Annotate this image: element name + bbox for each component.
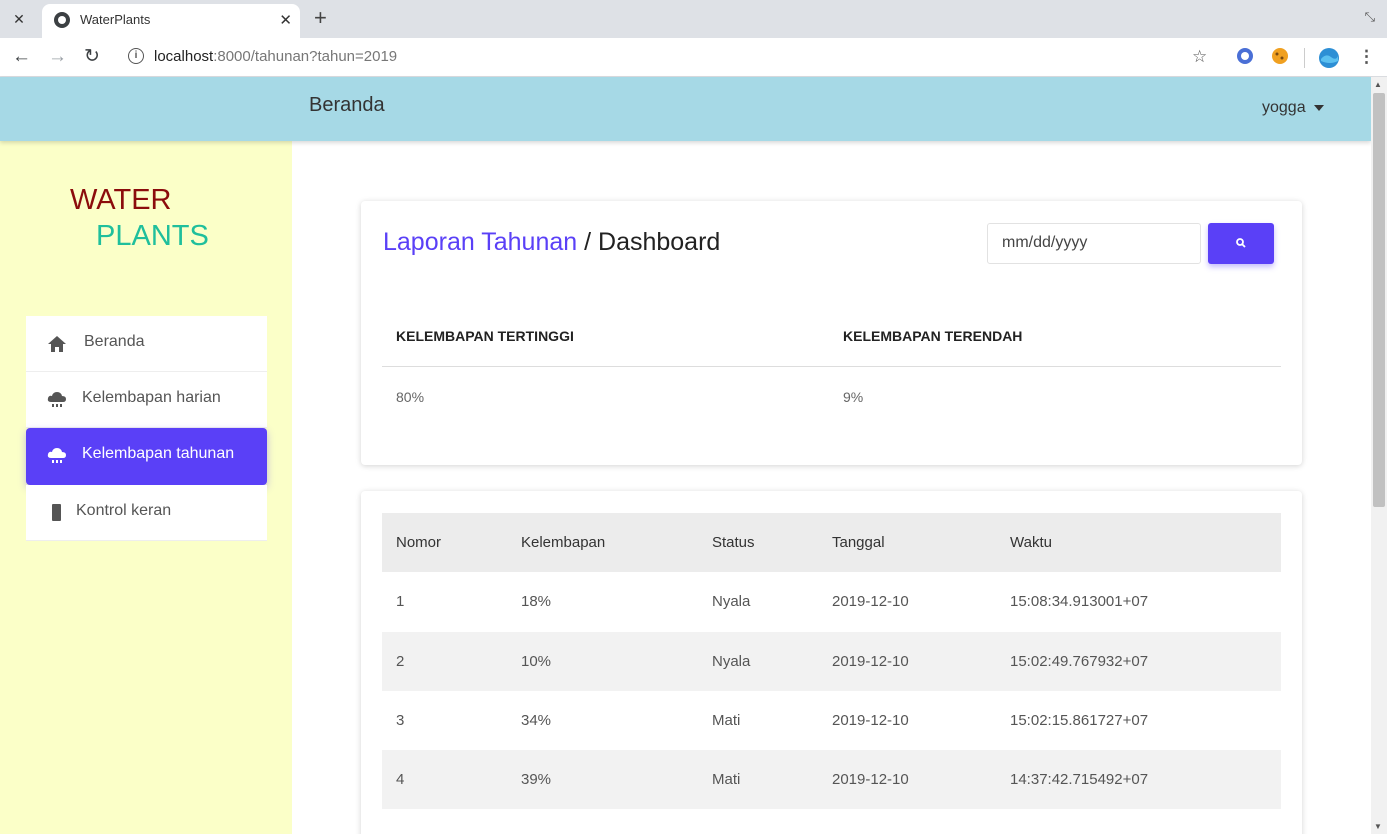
home-icon: [48, 336, 66, 352]
sidebar-item-label: Kelembapan harian: [82, 389, 221, 406]
cookie-extension-icon[interactable]: [1271, 47, 1289, 70]
date-input[interactable]: mm/dd/yyyy: [987, 223, 1201, 264]
user-menu[interactable]: yogga: [1262, 99, 1324, 117]
sidebar-item-label: Kontrol keran: [76, 502, 172, 519]
restore-window-icon[interactable]: ⤡: [1365, 9, 1375, 25]
extension-icon[interactable]: [1236, 47, 1254, 70]
table-cell: Nyala: [712, 652, 751, 670]
more-menu-icon[interactable]: ⋮: [1358, 47, 1375, 67]
browser-tabstrip: ✕ WaterPlants ✕ + ⤡: [0, 0, 1387, 38]
table-cell: 15:08:34.913001+07: [1010, 593, 1149, 611]
page-title: Beranda: [309, 94, 385, 116]
breadcrumb-separator: /: [577, 228, 599, 256]
search-button[interactable]: [1208, 223, 1274, 264]
top-navbar: Beranda yogga: [0, 77, 1371, 141]
table-cell: 15:02:15.861727+07: [1010, 711, 1149, 729]
back-icon[interactable]: ←: [12, 45, 31, 69]
breadcrumb-link[interactable]: Laporan Tahunan: [383, 228, 577, 256]
data-table-card: Nomor Kelembapan Status Tanggal Waktu 1 …: [361, 491, 1302, 834]
logo-water: WATER: [70, 184, 172, 216]
globe-icon: [54, 12, 70, 28]
lowest-humidity-label: KELEMBAPAN TERENDAH: [843, 328, 1023, 344]
sidebar-item-kelembapan-harian[interactable]: Kelembapan harian: [26, 372, 267, 428]
data-table: Nomor Kelembapan Status Tanggal Waktu 1 …: [382, 513, 1281, 810]
table-row: 4 39% Mati 2019-12-10 14:37:42.715492+07: [382, 750, 1281, 810]
mobile-icon: [52, 504, 61, 521]
table-cell: 4: [396, 771, 405, 789]
url-host: localhost: [154, 48, 214, 65]
table-row: 2 10% Nyala 2019-12-10 15:02:49.767932+0…: [382, 631, 1281, 691]
table-cell: 2019-12-10: [832, 711, 909, 729]
bookmark-star-icon[interactable]: ☆: [1192, 47, 1207, 67]
table-cell: 2019-12-10: [832, 652, 909, 670]
cloud-rain-icon: [47, 392, 66, 407]
column-header: Nomor: [396, 534, 442, 551]
page-scrollbar[interactable]: ▲ ▼: [1371, 77, 1387, 834]
sidebar-item-label: Kelembapan tahunan: [82, 445, 235, 462]
table-cell: 34%: [521, 711, 552, 729]
table-cell: 14:37:42.715492+07: [1010, 771, 1149, 789]
scroll-down-icon[interactable]: ▼: [1374, 822, 1382, 831]
table-header-row: Nomor Kelembapan Status Tanggal Waktu: [382, 513, 1281, 573]
tab-title: WaterPlants: [80, 12, 151, 27]
close-tab-icon[interactable]: ✕: [8, 10, 30, 28]
column-header: Kelembapan: [521, 534, 606, 551]
report-card: Laporan Tahunan / Dashboard mm/dd/yyyy K…: [361, 201, 1302, 465]
user-name: yogga: [1262, 99, 1306, 116]
table-cell: 2019-12-10: [832, 593, 909, 611]
forward-icon[interactable]: →: [48, 45, 67, 69]
sidebar-item-kelembapan-tahunan[interactable]: Kelembapan tahunan: [26, 428, 267, 485]
address-bar[interactable]: localhost:8000/tahunan?tahun=2019: [154, 48, 397, 65]
table-row: 3 34% Mati 2019-12-10 15:02:15.861727+07: [382, 691, 1281, 750]
divider: [382, 366, 1281, 367]
browser-toolbar: ← → ↻ i localhost:8000/tahunan?tahun=201…: [0, 38, 1387, 77]
sidebar-menu: Beranda Kelembapan harian Kelembapan tah…: [26, 316, 267, 541]
table-cell: 39%: [521, 771, 552, 789]
scroll-up-icon[interactable]: ▲: [1374, 80, 1382, 89]
table-cell: 2019-12-10: [832, 771, 909, 789]
url-path: :8000/tahunan?tahun=2019: [213, 48, 398, 65]
profile-avatar-icon[interactable]: [1318, 47, 1340, 74]
toolbar-divider: [1304, 48, 1305, 68]
table-cell: Nyala: [712, 593, 751, 611]
sidebar-item-label: Beranda: [84, 333, 145, 350]
column-header: Status: [712, 534, 755, 551]
table-cell: Mati: [712, 771, 741, 789]
table-cell: 1: [396, 593, 405, 611]
close-icon[interactable]: ✕: [279, 11, 292, 29]
table-row: 1 18% Nyala 2019-12-10 15:08:34.913001+0…: [382, 572, 1281, 631]
sidebar-item-beranda[interactable]: Beranda: [26, 316, 267, 372]
sidebar-item-kontrol-keran[interactable]: Kontrol keran: [26, 485, 267, 541]
card-title: Laporan Tahunan / Dashboard: [383, 228, 720, 257]
column-header: Tanggal: [832, 534, 885, 551]
site-info-icon[interactable]: i: [128, 48, 144, 64]
caret-down-icon: [1313, 104, 1324, 111]
logo-plants: PLANTS: [96, 220, 209, 252]
cloud-rain-icon: [47, 448, 66, 463]
reload-icon[interactable]: ↻: [84, 45, 100, 69]
search-icon: [1236, 238, 1246, 248]
table-cell: 18%: [521, 593, 552, 611]
breadcrumb-current: Dashboard: [598, 228, 721, 256]
column-header: Waktu: [1010, 534, 1052, 551]
scroll-thumb[interactable]: [1373, 93, 1385, 507]
table-cell: Mati: [712, 711, 741, 729]
table-cell: 15:02:49.767932+07: [1010, 652, 1149, 670]
table-cell: 3: [396, 711, 405, 729]
browser-tab[interactable]: WaterPlants ✕: [42, 4, 300, 38]
highest-humidity-label: KELEMBAPAN TERTINGGI: [396, 328, 574, 344]
highest-humidity-value: 80%: [396, 389, 425, 405]
table-cell: 2: [396, 652, 405, 670]
lowest-humidity-value: 9%: [843, 389, 864, 405]
table-cell: 10%: [521, 652, 552, 670]
new-tab-icon[interactable]: +: [314, 6, 327, 30]
